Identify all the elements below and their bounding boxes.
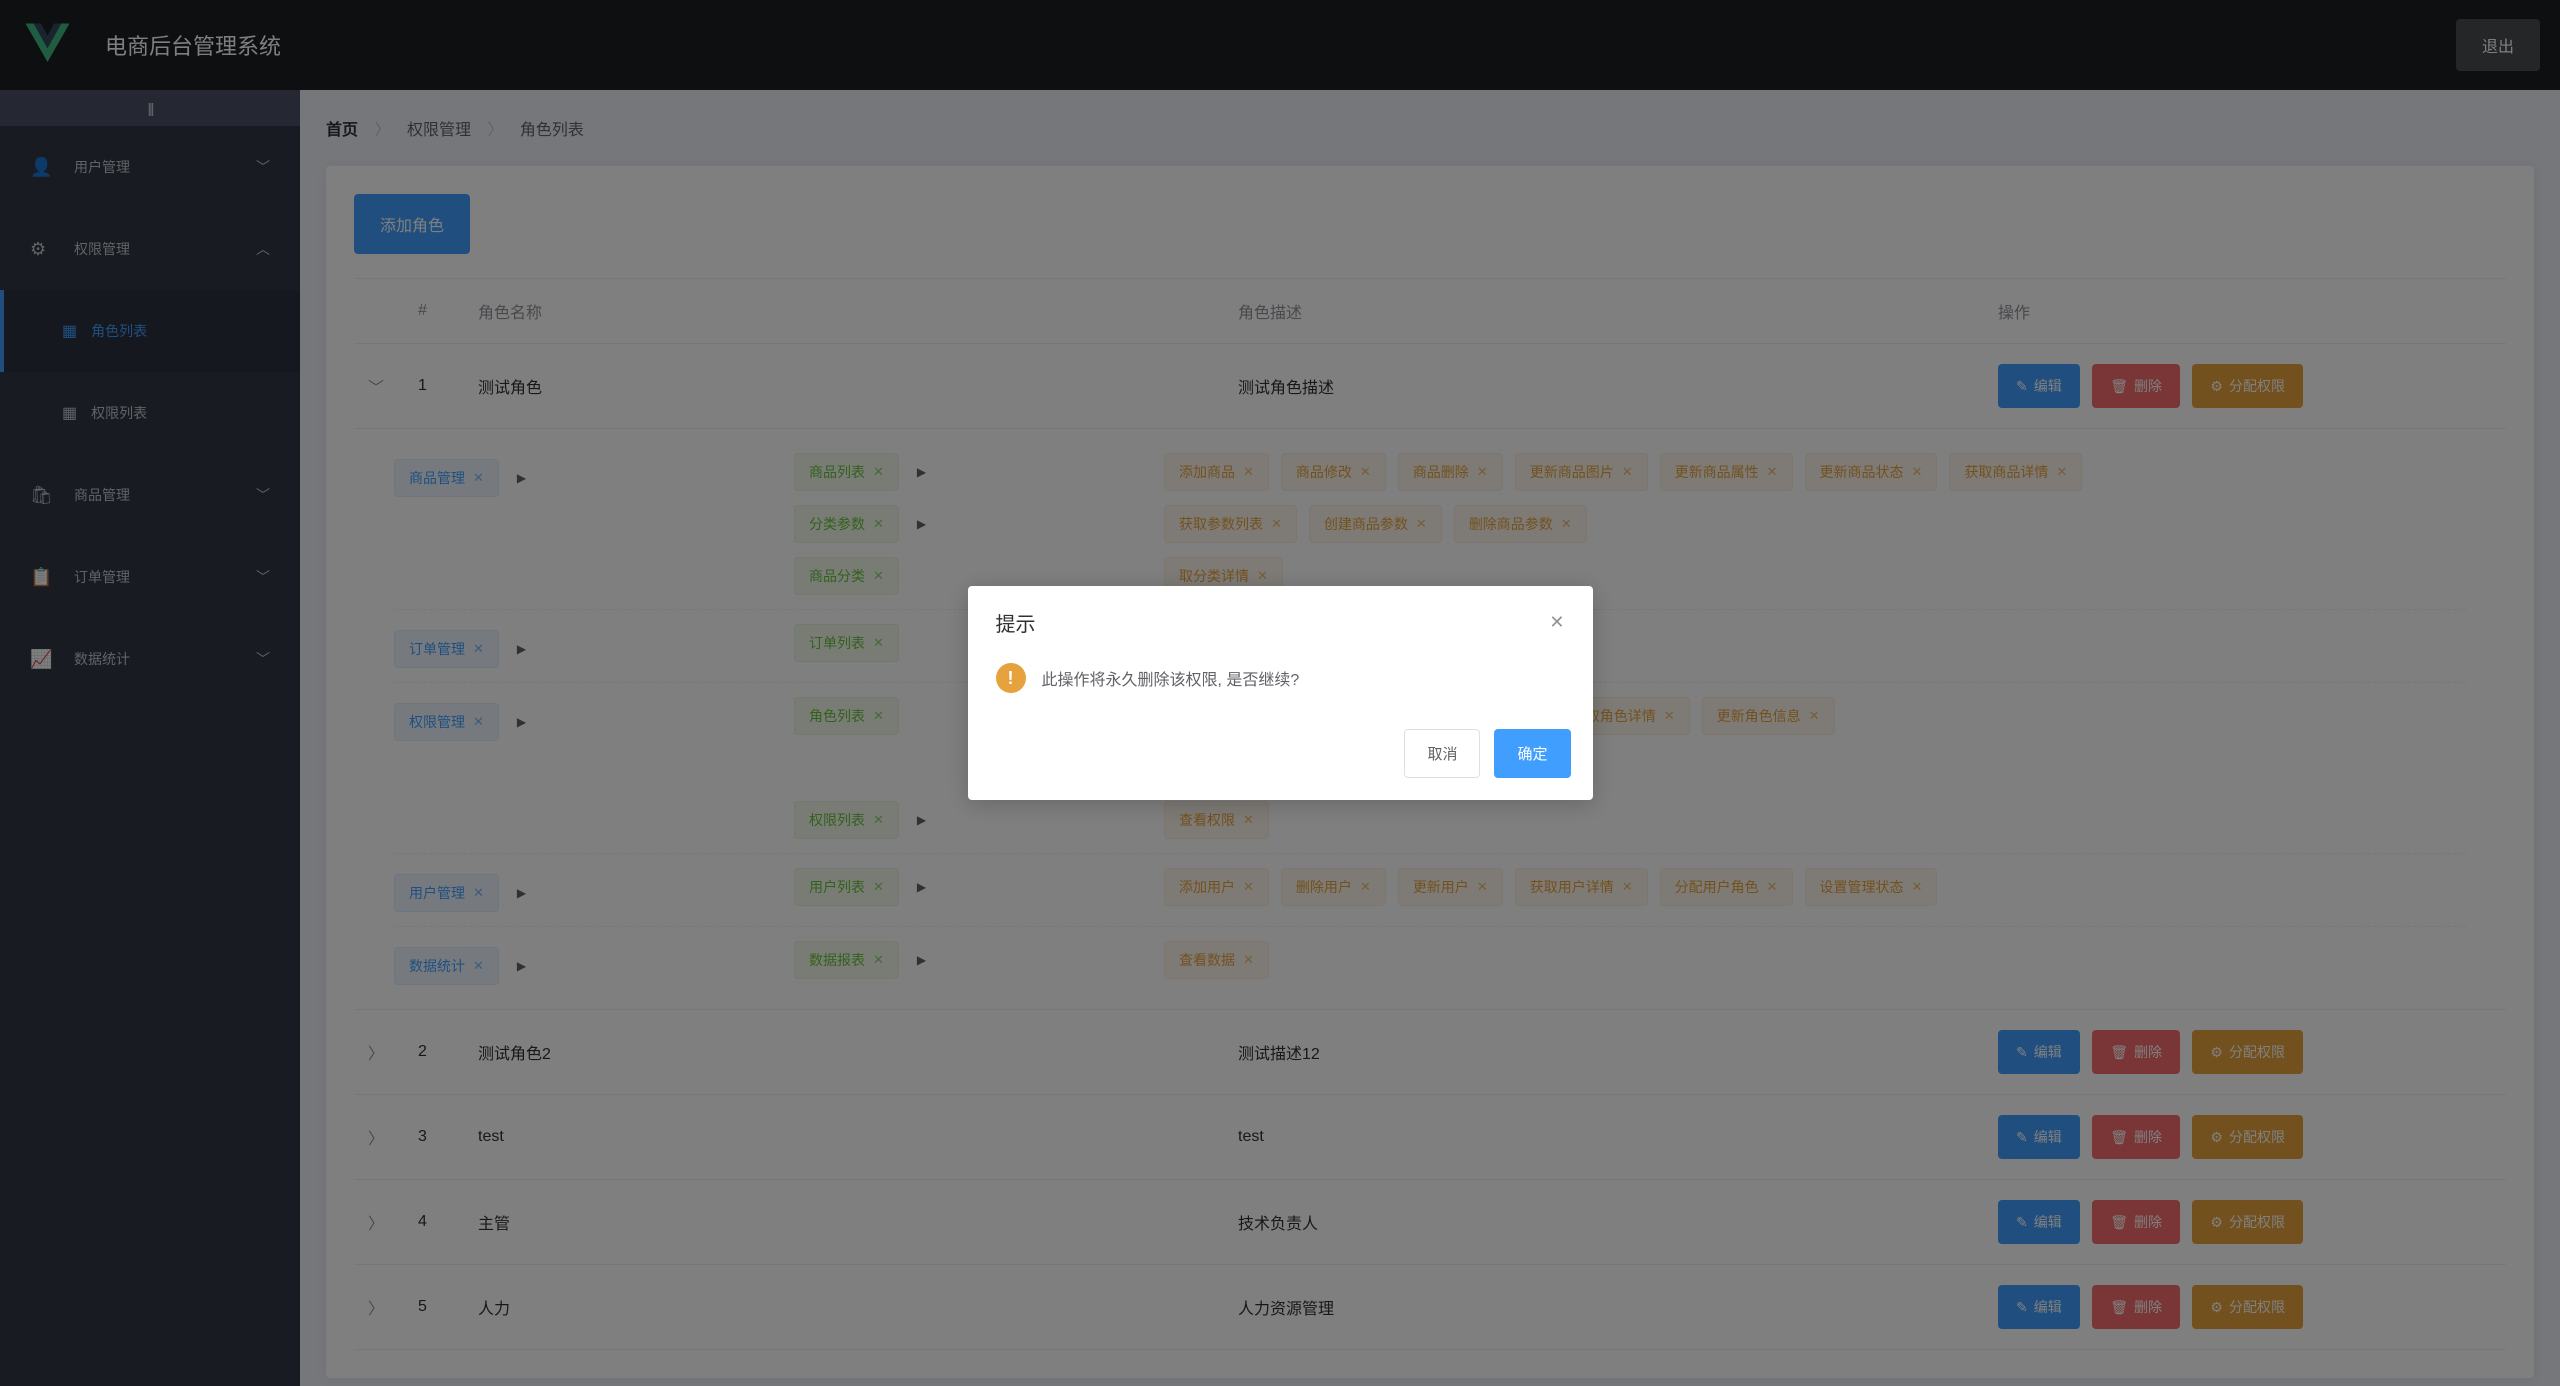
confirm-button[interactable]: 确定 (1494, 729, 1570, 778)
dialog-overlay[interactable]: 提示 ✕ ! 此操作将永久删除该权限, 是否继续? 取消 确定 (0, 0, 2560, 1386)
confirm-dialog: 提示 ✕ ! 此操作将永久删除该权限, 是否继续? 取消 确定 (968, 586, 1593, 800)
close-icon[interactable]: ✕ (1549, 612, 1564, 633)
dialog-message: 此操作将永久删除该权限, 是否继续? (1042, 666, 1300, 690)
dialog-title: 提示 (996, 608, 1036, 637)
warning-icon: ! (996, 663, 1026, 693)
cancel-button[interactable]: 取消 (1404, 729, 1480, 778)
